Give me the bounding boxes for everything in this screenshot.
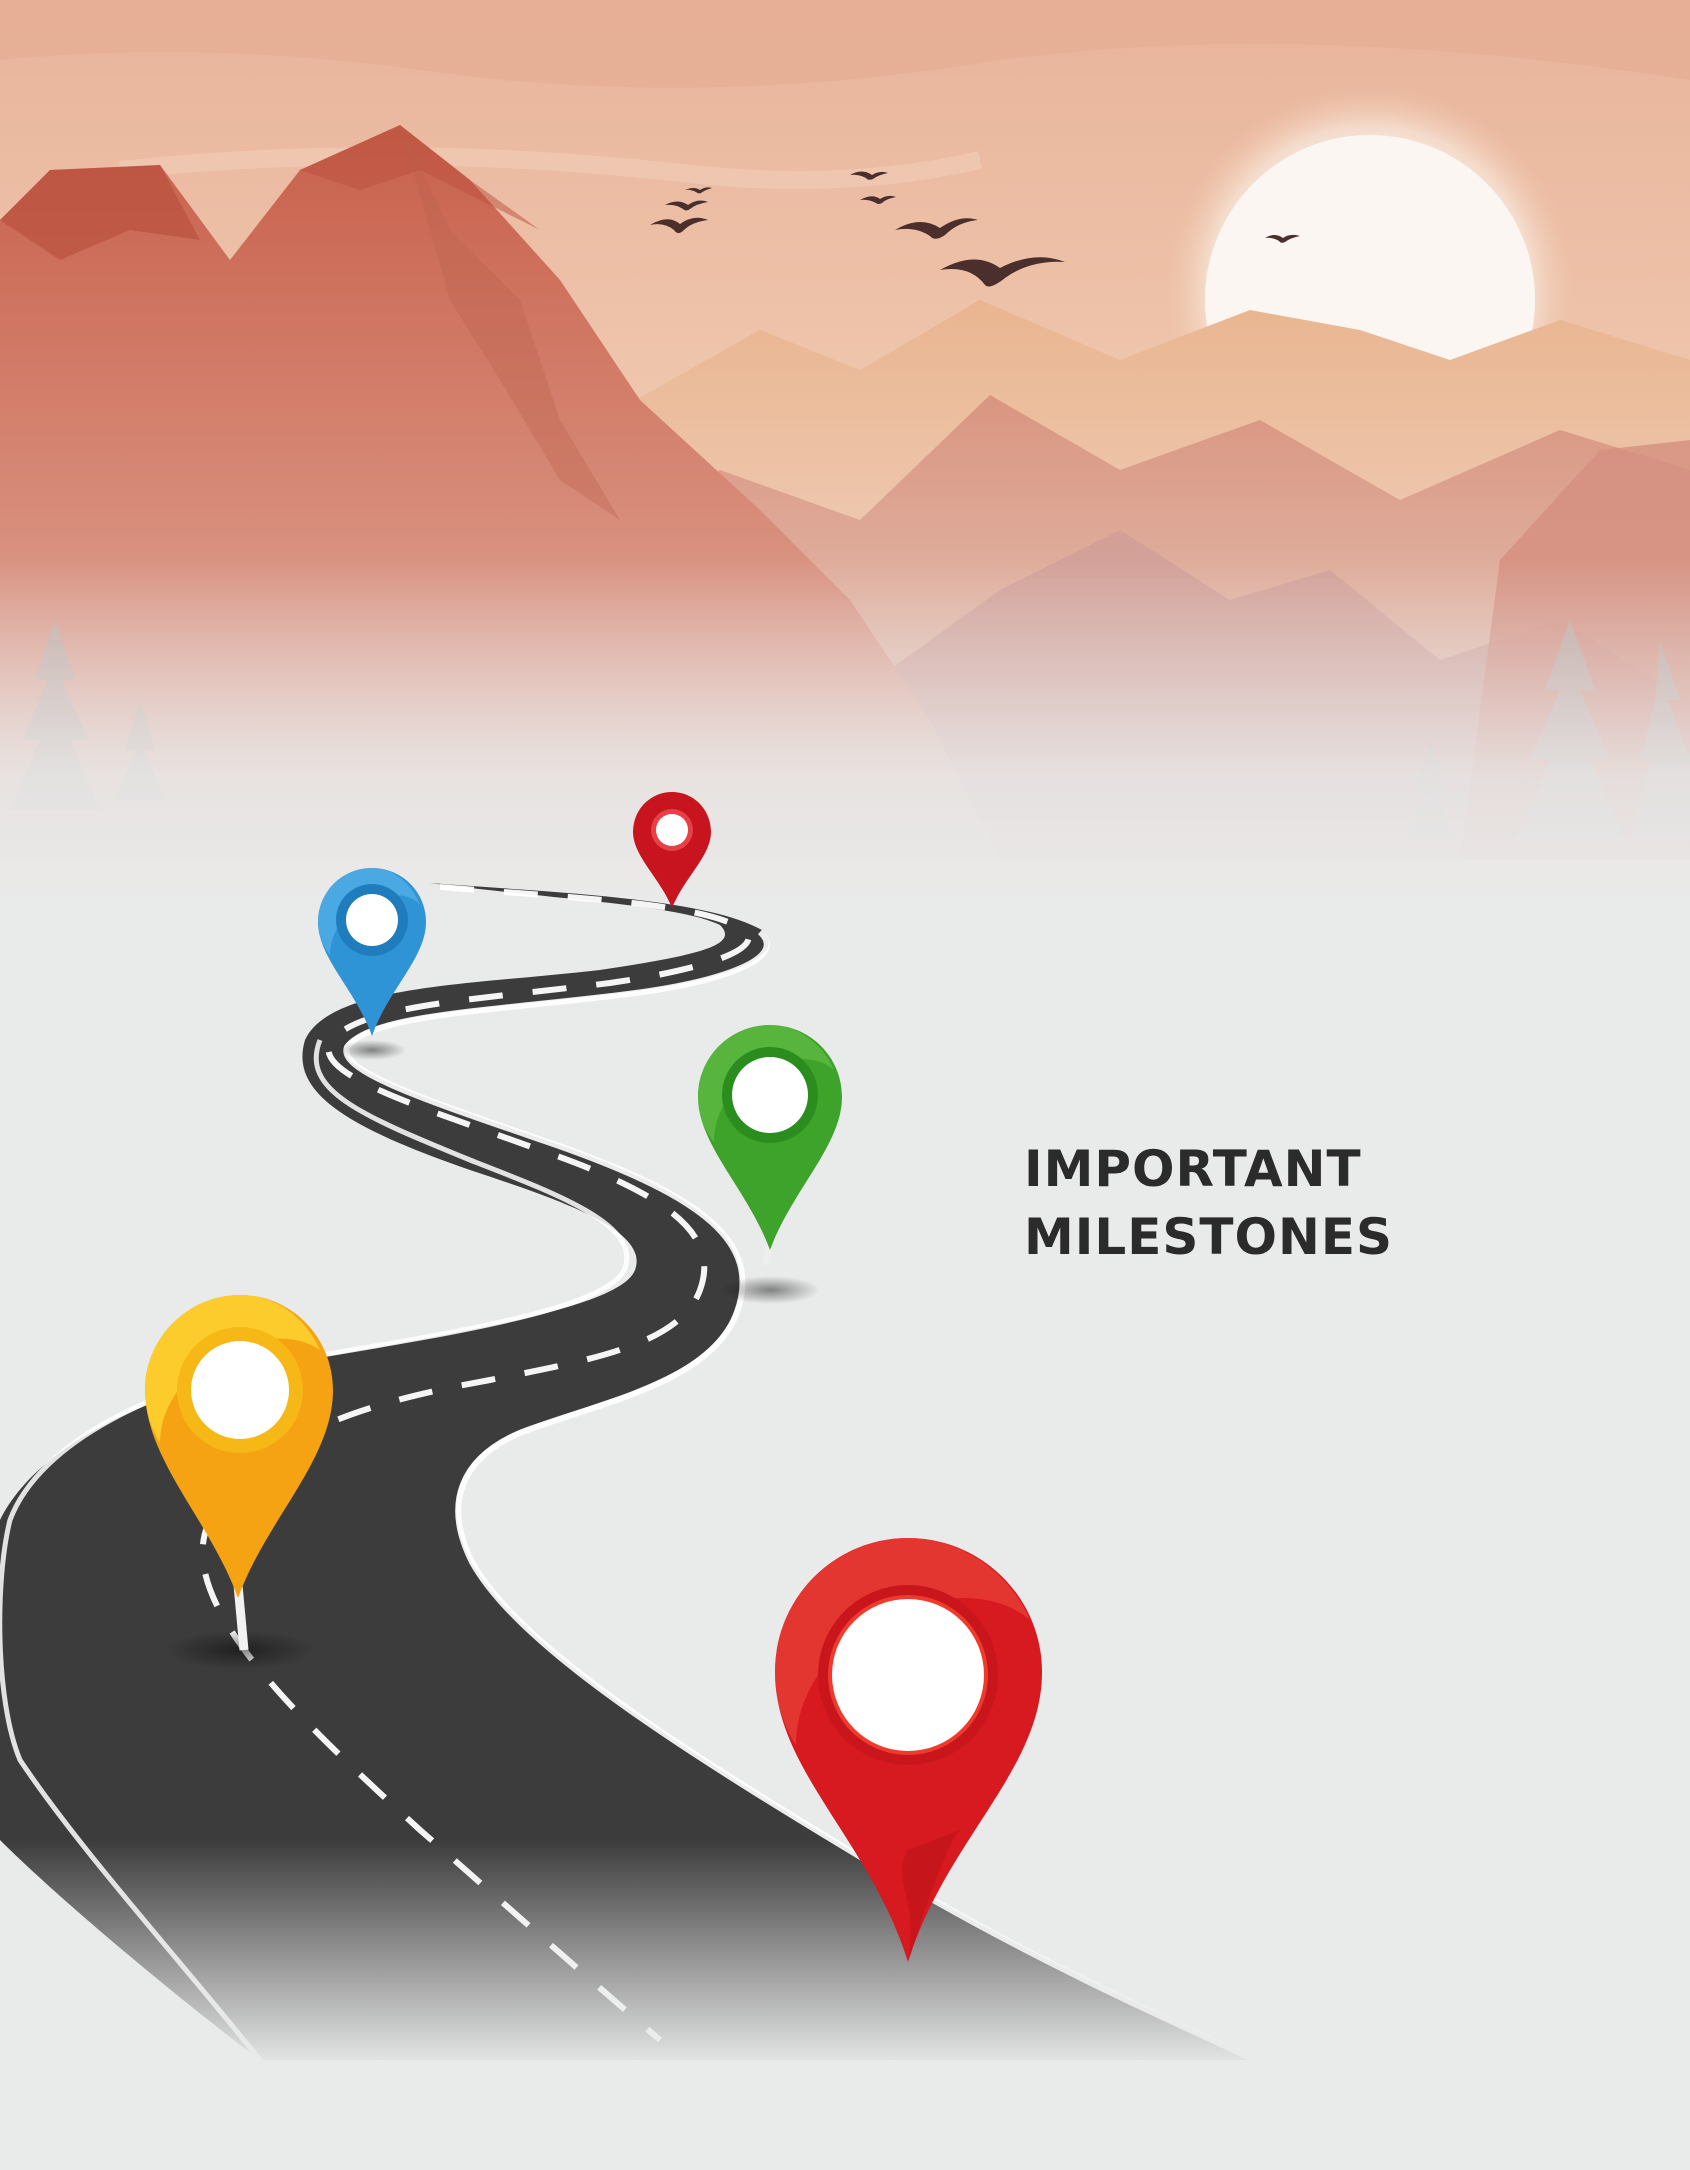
landscape-scene <box>0 0 1690 2170</box>
title-line-1: IMPORTANT <box>1024 1140 1362 1198</box>
milestones-illustration: IMPORTANT MILESTONES <box>0 0 1690 2170</box>
title-line-2: MILESTONES <box>1024 1208 1394 1266</box>
page-title: IMPORTANT MILESTONES <box>1024 1135 1393 1271</box>
